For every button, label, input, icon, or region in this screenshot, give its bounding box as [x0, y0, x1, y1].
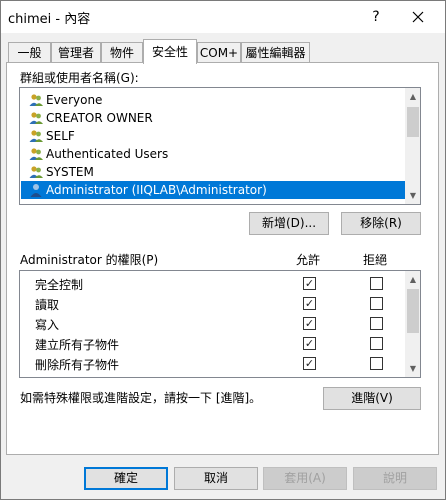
list-item[interactable]: CREATOR OWNER [21, 109, 405, 127]
group-users-icon [29, 148, 43, 160]
group-users-icon [29, 166, 43, 178]
principals-scrollbar[interactable]: ▲ ▼ [405, 88, 420, 204]
table-row: 刪除所有子物件 ✓ [20, 353, 406, 373]
permissions-scrollbar[interactable]: ▲ ▼ [405, 271, 420, 377]
list-item-selected[interactable]: Administrator (IIQLAB\Administrator) [21, 181, 405, 199]
allow-checkbox[interactable]: ✓ [303, 277, 316, 290]
permission-name: 寫入 [35, 318, 60, 332]
deny-checkbox[interactable] [370, 277, 383, 290]
add-button[interactable]: 新增(D)... [249, 212, 329, 235]
allow-header: 允許 [296, 253, 321, 267]
window-title: chimei - 內容 [8, 12, 91, 27]
principal-name: Administrator (IIQLAB\Administrator) [46, 183, 267, 197]
list-item[interactable]: Everyone [21, 91, 405, 109]
remove-button[interactable]: 移除(R) [341, 212, 421, 235]
user-icon [30, 184, 42, 197]
scroll-down-icon[interactable]: ▼ [405, 360, 420, 377]
principal-name: CREATOR OWNER [46, 111, 153, 125]
deny-checkbox[interactable] [370, 317, 383, 330]
apply-button[interactable]: 套用(A) [263, 467, 347, 490]
group-users-icon [29, 130, 43, 142]
deny-checkbox[interactable] [370, 297, 383, 310]
groups-label: 群組或使用者名稱(G): [20, 71, 139, 85]
permission-name: 建立所有子物件 [35, 338, 120, 352]
close-icon [412, 11, 424, 23]
allow-checkbox[interactable]: ✓ [303, 297, 316, 310]
allow-checkbox[interactable]: ✓ [303, 337, 316, 350]
principal-name: SELF [46, 129, 75, 143]
permission-name: 刪除所有子物件 [35, 358, 120, 372]
close-button[interactable] [403, 1, 433, 33]
deny-header: 拒絕 [363, 253, 388, 267]
principals-listbox[interactable]: Everyone CREATOR OWNER SELF Authenticate… [19, 87, 421, 205]
list-item[interactable]: SYSTEM [21, 163, 405, 181]
scroll-down-icon[interactable]: ▼ [405, 187, 420, 204]
help-button[interactable]: ? [361, 1, 391, 33]
table-row: 讀取 ✓ [20, 293, 406, 313]
list-item[interactable]: Authenticated Users [21, 145, 405, 163]
advanced-hint-text: 如需特殊權限或進階設定，請按一下 [進階]。 [20, 391, 262, 405]
tab-attribute-editor[interactable]: 屬性編輯器 [241, 42, 310, 63]
permissions-for-label: Administrator 的權限(P) [20, 253, 159, 267]
principal-name: Authenticated Users [46, 147, 169, 161]
group-users-icon [29, 112, 43, 124]
allow-checkbox[interactable]: ✓ [303, 357, 316, 370]
scroll-thumb[interactable] [407, 289, 419, 333]
table-row: 完全控制 ✓ [20, 273, 406, 293]
tab-com-plus[interactable]: COM+ [197, 42, 241, 63]
permissions-list[interactable]: 完全控制 ✓ 讀取 ✓ 寫入 ✓ 建立所有子物件 ✓ 刪除所有子物件 ✓ ▲ ▼ [19, 270, 421, 378]
tab-managed-by[interactable]: 管理者 [51, 42, 101, 63]
scroll-thumb[interactable] [407, 107, 419, 137]
table-row: 寫入 ✓ [20, 313, 406, 333]
cancel-button[interactable]: 取消 [174, 467, 258, 490]
permission-name: 完全控制 [35, 278, 84, 292]
allow-checkbox[interactable]: ✓ [303, 317, 316, 330]
tab-security[interactable]: 安全性 [143, 39, 197, 64]
principal-name: Everyone [46, 93, 103, 107]
group-users-icon [29, 94, 43, 106]
help-footer-button[interactable]: 說明 [353, 467, 437, 490]
table-row: 建立所有子物件 ✓ [20, 333, 406, 353]
advanced-button[interactable]: 進階(V) [323, 387, 421, 410]
principal-name: SYSTEM [46, 165, 94, 179]
tab-general[interactable]: 一般 [8, 42, 51, 63]
list-item[interactable]: SELF [21, 127, 405, 145]
scroll-up-icon[interactable]: ▲ [405, 271, 420, 288]
deny-checkbox[interactable] [370, 337, 383, 350]
permission-name: 讀取 [35, 298, 60, 312]
deny-checkbox[interactable] [370, 357, 383, 370]
tab-object[interactable]: 物件 [101, 42, 143, 63]
scroll-up-icon[interactable]: ▲ [405, 88, 420, 105]
ok-button[interactable]: 確定 [84, 467, 168, 490]
